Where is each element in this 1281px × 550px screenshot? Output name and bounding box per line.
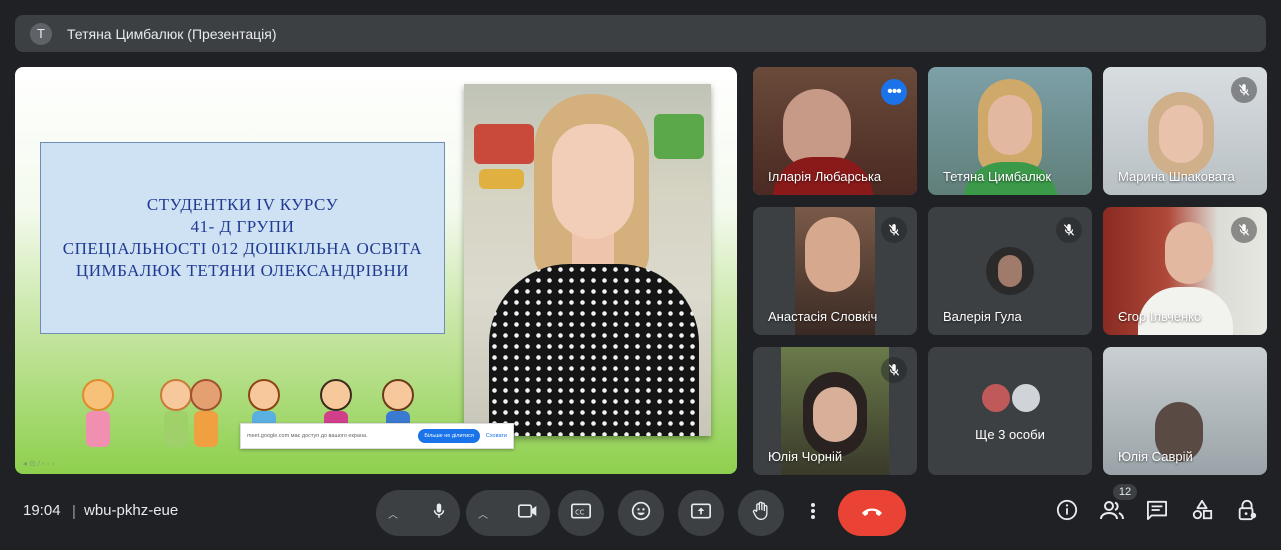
- participant-tile[interactable]: Юлія Саврій: [1103, 347, 1267, 475]
- others-avatars: [980, 382, 1044, 414]
- participant-name: Ілларія Любарська: [768, 169, 882, 184]
- lock-person-icon: [1236, 499, 1258, 526]
- mic-off-icon: [881, 217, 907, 243]
- captions-button[interactable]: CC: [558, 490, 604, 536]
- participant-avatar: [986, 247, 1034, 295]
- mic-off-icon: [881, 357, 907, 383]
- people-icon: [1100, 500, 1124, 525]
- hide-notice-link[interactable]: Сховати: [486, 433, 507, 439]
- meeting-code: wbu-pkhz-eue: [84, 502, 179, 519]
- participant-name: Єгор Ільченко: [1118, 309, 1202, 324]
- slide-controls[interactable]: ◂ ⊙ ∕ ▫ ◦ ◦: [23, 459, 55, 468]
- camera-icon[interactable]: [518, 503, 538, 524]
- slide-line-3: СПЕЦІАЛЬНОСТІ 012 ДОШКІЛЬНА ОСВІТА: [62, 239, 423, 258]
- participant-name: Тетяна Цимбалюк: [943, 169, 1052, 184]
- present-button[interactable]: [678, 490, 724, 536]
- reactions-button[interactable]: [618, 490, 664, 536]
- slide-line-2: 41- Д ГРУПИ: [190, 217, 295, 236]
- presenter-photo: [464, 84, 711, 436]
- captions-icon: CC: [571, 503, 591, 524]
- microphone-control[interactable]: ︿: [376, 490, 460, 536]
- participant-tile[interactable]: Марина Шпаковата: [1103, 67, 1267, 195]
- more-options-icon[interactable]: •••: [881, 79, 907, 105]
- participant-tile[interactable]: Валерія Гула: [928, 207, 1092, 335]
- participant-name: Юлія Чорній: [768, 449, 843, 464]
- microphone-icon[interactable]: [430, 502, 448, 525]
- participant-name: Анастасія Словкіч: [768, 309, 878, 324]
- participant-name: Марина Шпаковата: [1118, 169, 1235, 184]
- presenter-avatar: T: [30, 22, 52, 45]
- present-screen-icon: [691, 502, 711, 525]
- participant-tile[interactable]: Єгор Ільченко: [1103, 207, 1267, 335]
- hang-up-icon: [860, 504, 884, 522]
- chevron-up-icon[interactable]: ︿: [478, 506, 488, 521]
- participant-name: Юлія Саврій: [1118, 449, 1193, 464]
- more-options-button[interactable]: [798, 490, 828, 536]
- participant-tile[interactable]: Анастасія Словкіч: [753, 207, 917, 335]
- emoji-icon: [631, 501, 651, 526]
- chat-button[interactable]: [1145, 500, 1169, 524]
- slide-line-4: ЦИМБАЛЮК ТЕТЯНИ ОЛЕКСАНДРІВНИ: [75, 261, 410, 280]
- presentation-view[interactable]: СТУДЕНТКИ IV КУРСУ 41- Д ГРУПИ СПЕЦІАЛЬН…: [15, 67, 737, 474]
- activities-button[interactable]: [1190, 499, 1214, 526]
- slide-line-1: СТУДЕНТКИ IV КУРСУ: [146, 195, 339, 214]
- meeting-time: 19:04: [23, 502, 61, 519]
- info-icon: [1056, 499, 1078, 526]
- mic-off-icon: [1231, 217, 1257, 243]
- people-count-badge: 12: [1113, 484, 1137, 500]
- raise-hand-button[interactable]: [738, 490, 784, 536]
- chevron-up-icon[interactable]: ︿: [388, 506, 398, 521]
- slide-title-box: СТУДЕНТКИ IV КУРСУ 41- Д ГРУПИ СПЕЦІАЛЬН…: [40, 142, 445, 334]
- others-label: Ще 3 особи: [975, 427, 1045, 442]
- host-controls-button[interactable]: [1235, 499, 1259, 526]
- participant-tile[interactable]: Тетяна Цимбалюк: [928, 67, 1092, 195]
- activities-icon: [1191, 499, 1213, 526]
- svg-text:CC: CC: [575, 508, 585, 516]
- participant-tile[interactable]: ••• Ілларія Любарська: [753, 67, 917, 195]
- mic-off-icon: [1231, 77, 1257, 103]
- people-button[interactable]: [1100, 500, 1124, 524]
- participant-name: Валерія Гула: [943, 309, 1022, 324]
- camera-control[interactable]: ︿: [466, 490, 550, 536]
- screen-share-notice: meet.google.com має доступ до вашого екр…: [240, 423, 514, 449]
- stop-sharing-button[interactable]: Більше не ділитися: [418, 429, 480, 443]
- mic-off-icon: [1056, 217, 1082, 243]
- share-notice-text: meet.google.com має доступ до вашого екр…: [247, 433, 368, 439]
- more-vert-icon: [810, 502, 816, 525]
- meeting-details-button[interactable]: [1055, 499, 1079, 526]
- presenter-banner: T Тетяна Цимбалюк (Презентація): [15, 15, 1266, 52]
- more-participants-tile[interactable]: Ще 3 особи: [928, 347, 1092, 475]
- hand-icon: [752, 501, 770, 526]
- meeting-separator: |: [72, 503, 76, 520]
- end-call-button[interactable]: [838, 490, 906, 536]
- presenter-banner-text: Тетяна Цимбалюк (Презентація): [67, 25, 277, 42]
- chat-icon: [1146, 500, 1168, 525]
- participant-tile[interactable]: Юлія Чорній: [753, 347, 917, 475]
